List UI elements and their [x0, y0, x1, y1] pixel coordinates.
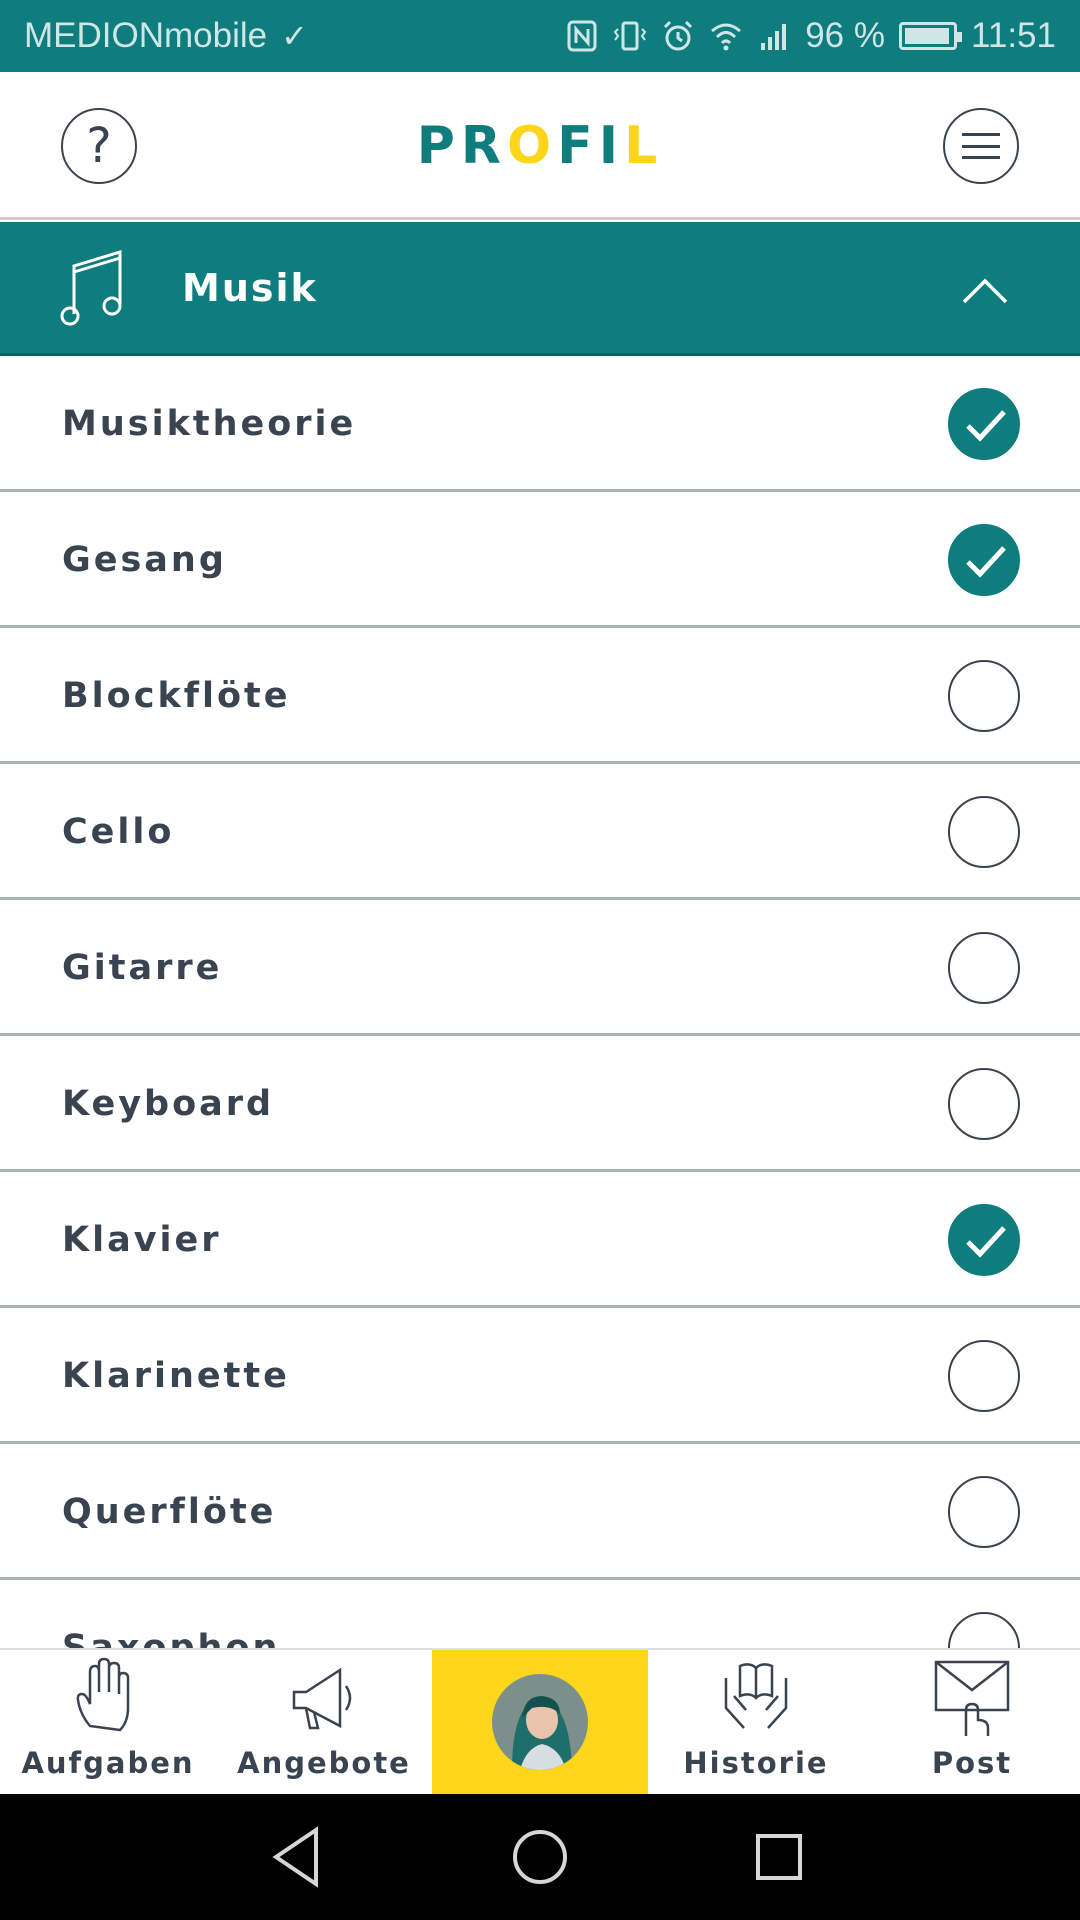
instrument-label: Cello — [62, 812, 175, 852]
app-header: ? PROFIL — [0, 72, 1080, 220]
page-title: PROFIL — [0, 116, 1080, 176]
signal-icon — [757, 19, 791, 53]
unchecked-circle-icon[interactable] — [948, 1612, 1020, 1648]
vibrate-icon — [613, 19, 647, 53]
title-letter: L — [624, 116, 664, 176]
list-item[interactable]: Cello — [0, 764, 1080, 900]
instrument-label: Klavier — [62, 1220, 222, 1260]
battery-icon — [899, 22, 962, 50]
hand-icon — [76, 1657, 130, 1732]
nav-label: Aufgaben — [21, 1746, 195, 1780]
clock: 11:51 — [971, 16, 1056, 55]
bottom-navigation: Aufgaben Angebote Historie Post — [0, 1648, 1080, 1796]
battery-percent: 96 % — [805, 16, 885, 55]
unchecked-circle-icon[interactable] — [948, 932, 1020, 1004]
nav-label: Historie — [683, 1746, 829, 1780]
instrument-label: Keyboard — [62, 1084, 275, 1124]
back-icon[interactable] — [266, 1824, 332, 1890]
list-item[interactable]: Saxophon — [0, 1580, 1080, 1648]
category-label: Musik — [182, 266, 318, 310]
unchecked-circle-icon[interactable] — [948, 1340, 1020, 1412]
wifi-icon — [709, 19, 743, 53]
instrument-label: Querflöte — [62, 1492, 277, 1532]
list-item[interactable]: Keyboard — [0, 1036, 1080, 1172]
list-item[interactable]: Querflöte — [0, 1444, 1080, 1580]
instrument-label: Klarinette — [62, 1356, 290, 1396]
chevron-up-icon[interactable] — [960, 266, 1010, 316]
menu-button[interactable] — [943, 108, 1019, 184]
megaphone-icon — [292, 1667, 352, 1730]
checkmark-icon — [966, 410, 1006, 442]
nfc-icon — [565, 19, 599, 53]
system-navigation-bar — [0, 1794, 1080, 1920]
music-note-icon — [60, 249, 122, 326]
title-letter: O — [506, 116, 558, 176]
title-letter: R — [460, 116, 507, 176]
home-icon[interactable] — [507, 1824, 573, 1890]
status-bar: MEDIONmobile ✓ 96 % 11:51 — [0, 0, 1080, 72]
recents-icon[interactable] — [746, 1824, 812, 1890]
unchecked-circle-icon[interactable] — [948, 796, 1020, 868]
instrument-label: Gitarre — [62, 948, 223, 988]
title-letter: I — [598, 116, 625, 176]
list-item[interactable]: Klavier — [0, 1172, 1080, 1308]
list-item[interactable]: Gesang — [0, 492, 1080, 628]
avatar — [492, 1674, 588, 1770]
list-item[interactable]: Blockflöte — [0, 628, 1080, 764]
carrier-name: MEDIONmobile — [24, 16, 268, 55]
checked-circle-icon[interactable] — [948, 1204, 1020, 1276]
nav-aufgaben[interactable]: Aufgaben — [0, 1650, 216, 1796]
book-in-hands-icon — [724, 1663, 788, 1729]
unchecked-circle-icon[interactable] — [948, 660, 1020, 732]
nav-angebote[interactable]: Angebote — [216, 1650, 432, 1796]
nav-post[interactable]: Post — [864, 1650, 1080, 1796]
instrument-list: Musiktheorie Gesang Blockflöte Cello Gitarre… — [0, 356, 1080, 1648]
nav-profile[interactable] — [432, 1650, 648, 1796]
instrument-label: Blockflöte — [62, 676, 291, 716]
category-header-musik[interactable]: Musik — [0, 222, 1080, 356]
title-letter: P — [416, 116, 461, 176]
instrument-label: Gesang — [62, 540, 227, 580]
check-icon: ✓ — [281, 18, 308, 54]
checkmark-icon — [966, 1226, 1006, 1258]
instrument-label: Musiktheorie — [62, 404, 357, 444]
alarm-icon — [661, 19, 695, 53]
list-item[interactable]: Musiktheorie — [0, 356, 1080, 492]
envelope-icon — [934, 1660, 1010, 1736]
checkmark-icon — [966, 546, 1006, 578]
nav-historie[interactable]: Historie — [648, 1650, 864, 1796]
title-letter: F — [557, 116, 599, 176]
unchecked-circle-icon[interactable] — [948, 1068, 1020, 1140]
checked-circle-icon[interactable] — [948, 388, 1020, 460]
list-item[interactable]: Klarinette — [0, 1308, 1080, 1444]
nav-label: Angebote — [237, 1746, 411, 1780]
hamburger-icon — [962, 133, 1000, 159]
list-item[interactable]: Gitarre — [0, 900, 1080, 1036]
unchecked-circle-icon[interactable] — [948, 1476, 1020, 1548]
nav-label: Post — [931, 1746, 1013, 1780]
checked-circle-icon[interactable] — [948, 524, 1020, 596]
instrument-label: Saxophon — [62, 1628, 281, 1648]
